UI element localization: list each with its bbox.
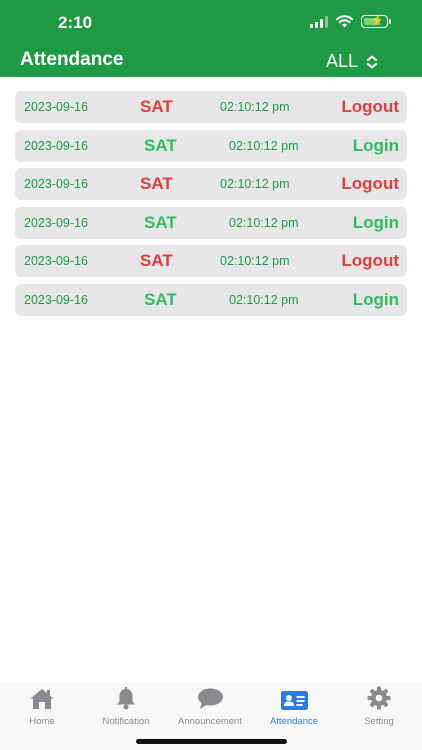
gear-icon — [367, 686, 391, 710]
record-action: Logout — [341, 174, 399, 194]
home-indicator — [136, 739, 287, 744]
tab-label: Home — [29, 716, 55, 727]
cellular-signal-icon — [310, 15, 328, 28]
record-date: 2023-09-16 — [24, 292, 88, 307]
record-action: Login — [352, 212, 399, 232]
bell-icon — [117, 687, 135, 710]
record-time: 02:10:12 pm — [229, 215, 299, 230]
tab-label: Announcement — [178, 716, 242, 727]
record-date: 2023-09-16 — [24, 177, 88, 192]
chevron-up-down-icon — [367, 55, 377, 68]
record-date: 2023-09-16 — [24, 215, 88, 230]
record-date: 2023-09-16 — [24, 254, 88, 269]
record-action: Logout — [341, 251, 399, 271]
attendance-row[interactable]: 2023-09-16 SAT 02:10:12 pm Logout — [15, 91, 407, 123]
status-bar-icons: ⚡ — [310, 15, 391, 28]
record-day: SAT — [140, 251, 173, 271]
record-time: 02:10:12 pm — [220, 177, 290, 192]
attendance-row[interactable]: 2023-09-16 SAT 02:10:12 pm Logout — [15, 245, 407, 278]
record-day: SAT — [140, 97, 173, 116]
record-date: 2023-09-16 — [24, 138, 88, 153]
chat-bubble-icon — [197, 688, 223, 709]
tab-attendance[interactable]: Attendance — [252, 683, 336, 727]
attendance-row[interactable]: 2023-09-16 SAT 02:10:12 pm Login — [15, 283, 407, 316]
record-date: 2023-09-16 — [24, 100, 88, 114]
attendance-list: 2023-09-16 SAT 02:10:12 pm Logout 2023-0… — [15, 91, 407, 323]
tab-label: Notification — [102, 716, 150, 727]
tab-notification[interactable]: Notification — [84, 683, 168, 727]
record-time: 02:10:12 pm — [220, 100, 290, 114]
battery-charging-icon: ⚡ — [361, 15, 391, 28]
status-bar-time: 2:10 — [58, 13, 93, 32]
tab-announcement[interactable]: Announcement — [168, 683, 252, 727]
record-day: SAT — [140, 174, 173, 194]
wifi-icon — [336, 15, 353, 28]
tab-setting[interactable]: Setting — [337, 683, 421, 727]
record-day: SAT — [144, 289, 177, 309]
record-day: SAT — [144, 212, 177, 232]
attendance-row[interactable]: 2023-09-16 SAT 02:10:12 pm Login — [15, 206, 407, 239]
record-time: 02:10:12 pm — [229, 138, 299, 153]
attendance-row[interactable]: 2023-09-16 SAT 02:10:12 pm Login — [15, 129, 407, 162]
home-icon — [30, 689, 54, 709]
app-header: 2:10 ⚡ Attendance ALL — [0, 0, 422, 77]
record-day: SAT — [144, 135, 177, 155]
record-action: Login — [352, 135, 399, 155]
filter-value: ALL — [325, 51, 358, 71]
record-time: 02:10:12 pm — [220, 254, 290, 269]
attendance-row[interactable]: 2023-09-16 SAT 02:10:12 pm Logout — [15, 168, 407, 201]
tab-home[interactable]: Home — [0, 683, 84, 727]
tab-label: Attendance — [269, 716, 319, 727]
record-time: 02:10:12 pm — [229, 292, 299, 307]
record-action: Login — [352, 289, 399, 309]
filter-dropdown[interactable]: ALL — [326, 51, 378, 72]
tab-label: Setting — [364, 716, 394, 727]
record-action: Logout — [341, 97, 399, 116]
page-title: Attendance — [20, 49, 124, 70]
id-card-icon — [280, 691, 308, 710]
